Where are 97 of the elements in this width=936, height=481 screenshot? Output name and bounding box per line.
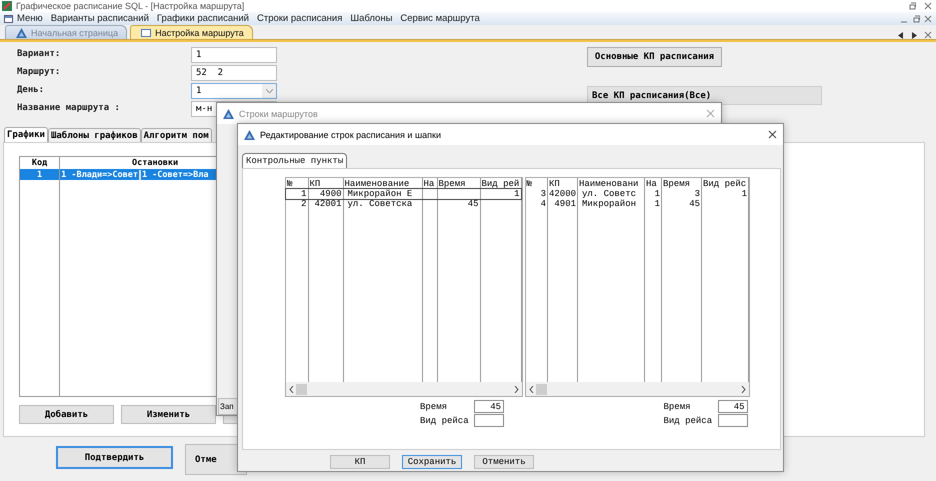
document-tab[interactable]: Настройка маршрута xyxy=(130,25,253,39)
close-icon[interactable] xyxy=(924,14,932,22)
field-label: Время xyxy=(420,401,448,413)
window-icon xyxy=(141,28,152,36)
menu-item[interactable]: Меню xyxy=(13,13,47,24)
table-row[interactable]: 4 4901 Микрорайон 1 45 xyxy=(526,199,748,209)
column-header: На xyxy=(422,178,437,189)
horizontal-scrollbar[interactable] xyxy=(526,382,749,396)
window-icon xyxy=(4,14,13,22)
input-field[interactable]: 1 xyxy=(191,47,277,63)
restore-icon[interactable] xyxy=(912,14,920,22)
table-row[interactable]: 2 42001 ул. Советска 45 xyxy=(286,199,521,209)
menu-item[interactable]: Шаблоны xyxy=(346,13,396,24)
field-label: Вид рейса xyxy=(664,415,714,427)
field-label: Маршрут: xyxy=(17,66,62,77)
app-icon xyxy=(2,1,12,11)
scroll-left-icon[interactable] xyxy=(289,386,294,392)
column-header: № xyxy=(286,178,308,189)
footer-button[interactable]: Подтвердить xyxy=(56,446,173,469)
stop-entry: 1 -Влади=>Совет xyxy=(60,170,139,180)
column-header: Время xyxy=(662,178,702,189)
horizontal-scrollbar[interactable] xyxy=(286,382,522,396)
menu-item[interactable]: Варианты расписаний xyxy=(46,13,153,24)
window-title: Графическое расписание SQL - [Настройка маршрута] xyxy=(16,0,244,12)
scroll-right-icon[interactable] xyxy=(514,386,518,392)
input-field[interactable]: 45 xyxy=(718,400,748,413)
menu-item[interactable]: Строки расписания xyxy=(253,13,346,24)
table-cell: 2 xyxy=(286,199,308,209)
all-kp-label: Все КП расписания(Все) xyxy=(587,86,822,105)
table-cell: ул. Советска xyxy=(343,199,422,209)
scroll-left-icon[interactable] xyxy=(898,32,904,39)
table-cell: 1 xyxy=(20,169,60,180)
column-header: Время xyxy=(437,178,480,189)
table-cell: 1 xyxy=(644,199,662,209)
table-cell: ул. Советс xyxy=(578,189,644,199)
table-cell: 1 xyxy=(644,189,662,199)
column-header: Вид рейс xyxy=(702,178,748,189)
tab[interactable]: Графики xyxy=(4,127,48,142)
table-cell: 3 xyxy=(662,189,702,199)
column-header: Вид рей xyxy=(480,178,521,189)
scroll-right-icon[interactable] xyxy=(741,386,746,392)
field-label: День: xyxy=(17,84,46,95)
menu-item[interactable]: Графики расписаний xyxy=(152,13,253,24)
triangle-logo-icon xyxy=(223,108,234,118)
column-header: На xyxy=(644,178,662,189)
close-icon[interactable] xyxy=(924,2,932,10)
tab[interactable]: Алгоритм пом xyxy=(140,128,212,142)
stop-entry: 1 -Совет=>Вла xyxy=(138,170,210,180)
table-cell: 4901 xyxy=(548,199,578,209)
scroll-right-icon[interactable] xyxy=(911,32,917,39)
table-cell: 45 xyxy=(662,199,702,209)
table-cell: 1 xyxy=(702,189,748,199)
table-row[interactable]: 1 4900 Микрорайон Е 1 xyxy=(286,189,521,199)
dialog-button[interactable]: Отменить xyxy=(474,455,534,469)
field-label: Название маршрута : xyxy=(17,102,121,113)
table-cell: 3 xyxy=(526,189,548,199)
field-label: Вариант: xyxy=(17,48,62,59)
main-kp-button[interactable]: Основные КП расписания xyxy=(587,47,722,67)
table-cell: 42000 xyxy=(548,189,578,199)
table-cell: 42001 xyxy=(308,199,343,209)
field-label: Вид рейса xyxy=(420,415,470,427)
column-header: КП xyxy=(548,178,578,189)
caret-icon xyxy=(266,89,272,93)
dialog-button[interactable]: КП xyxy=(330,455,390,469)
table-cell: 1 xyxy=(286,189,308,199)
table-cell: Микрорайон Е xyxy=(343,189,422,199)
table-cell: Микрорайон xyxy=(578,199,644,209)
tab[interactable]: Контрольные пункты xyxy=(242,153,348,168)
action-button[interactable]: Добавить xyxy=(19,405,114,424)
column-header: Наименовани xyxy=(578,178,644,189)
table-row[interactable]: 3 42000 ул. Советс 1 3 1 xyxy=(526,189,748,199)
dialog-title: Редактирование строк расписания и шапки xyxy=(260,130,442,140)
column-header: № xyxy=(526,178,548,189)
menu-item[interactable]: Сервис маршрута xyxy=(396,13,484,24)
table-cell: 45 xyxy=(437,199,480,209)
table-cell: 4900 xyxy=(308,189,343,199)
close-icon[interactable] xyxy=(768,130,777,139)
dropdown-field[interactable]: 1 xyxy=(191,83,277,99)
scroll-thumb[interactable] xyxy=(296,384,307,394)
tab[interactable]: Шаблоны графиков xyxy=(48,128,141,142)
dialog-button[interactable]: Сохранить xyxy=(402,455,462,469)
table-cell: 1 xyxy=(480,189,521,199)
triangle-logo-icon xyxy=(244,130,255,140)
triangle-logo-icon xyxy=(16,28,27,38)
action-button[interactable]: Изменить xyxy=(121,405,216,424)
column-header: КП xyxy=(308,178,343,189)
scroll-left-icon[interactable] xyxy=(528,386,534,392)
input-field[interactable]: 45 xyxy=(474,400,504,413)
input-field[interactable]: 52 2 xyxy=(191,65,277,81)
dialog-title: Строки маршрутов xyxy=(239,108,319,118)
restore-icon[interactable] xyxy=(908,2,916,10)
scroll-thumb[interactable] xyxy=(536,384,546,394)
column-header: Наименование xyxy=(343,178,422,189)
input-field[interactable] xyxy=(474,414,504,427)
field-label: Время xyxy=(664,401,692,413)
table-cell: 4 xyxy=(526,199,548,209)
input-field[interactable] xyxy=(718,414,748,427)
